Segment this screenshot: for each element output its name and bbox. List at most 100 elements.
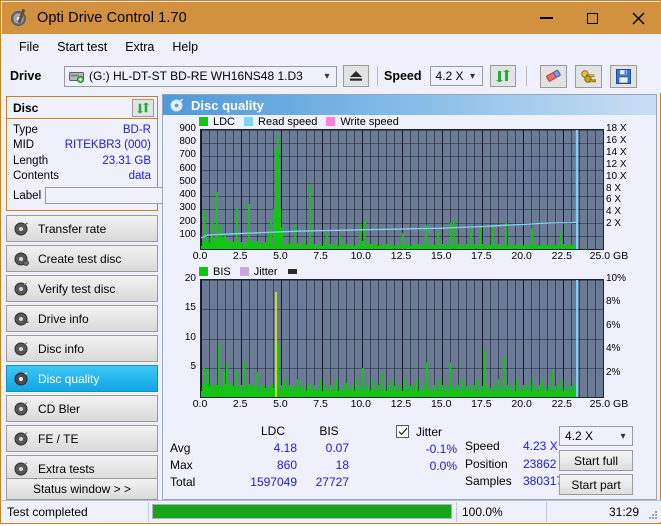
app-icon <box>11 8 29 27</box>
disc-icon <box>14 341 28 355</box>
title-bar: Opti Drive Control 1.70 <box>2 2 661 34</box>
menu-bar: File Start test Extra Help <box>2 34 661 59</box>
disc-refresh-button[interactable] <box>132 98 154 117</box>
legend-label-read-speed: Read speed <box>258 115 318 128</box>
left-panel: Disc Type BD-R MID RITEKBR3 (000) Length… <box>6 96 249 500</box>
stats-row-avg-label: Avg <box>170 441 191 455</box>
speed-stat-label: Speed <box>465 439 500 453</box>
stats-bis-max: 18 <box>335 458 349 472</box>
keys-icon <box>580 69 596 83</box>
sidebar-item-create-test-disc[interactable]: Create test disc <box>6 245 158 272</box>
legend-label-write-speed: Write speed <box>340 115 399 128</box>
disc-icon <box>14 252 29 266</box>
stats-ldc-avg: 4.18 <box>273 441 297 455</box>
x-axis-tick: 12.5 <box>390 250 412 262</box>
settings-button[interactable] <box>574 64 602 88</box>
refresh-button[interactable] <box>489 65 516 87</box>
test-speed-select[interactable]: 4.2 X ▾ <box>559 426 633 446</box>
jitter-checkbox[interactable] <box>396 425 409 438</box>
status-bar: Test completed 100.0% 31:29 <box>2 500 661 522</box>
x-axis-tick: 10.0 <box>350 398 372 410</box>
stats-row-total-label: Total <box>170 475 196 489</box>
position-cursor <box>576 130 578 249</box>
disc-icon <box>14 221 28 235</box>
toolbar: Drive (G:) HL-DT-ST BD-RE WH16NS48 1.D3 … <box>2 59 661 93</box>
x-axis-tick: 22.5 <box>551 398 573 410</box>
sidebar-item-disc-info[interactable]: Disc info <box>6 335 158 362</box>
sidebar-item-label: CD Bler <box>38 401 81 416</box>
save-button[interactable] <box>609 64 637 88</box>
chevron-down-icon[interactable]: ▾ <box>614 431 632 442</box>
disc-label-row: Label <box>13 186 249 205</box>
y-axis-tick: 300 <box>179 202 196 214</box>
menu-extra[interactable]: Extra <box>116 37 163 57</box>
start-part-label: Start part <box>571 477 621 492</box>
resize-grip-icon[interactable] <box>647 508 659 520</box>
label-caption: Label <box>13 189 42 202</box>
minimize-button[interactable] <box>523 2 569 34</box>
ldc-chart: LDC Read speed Write speed 900 800 700 600 5… <box>163 115 656 263</box>
secondary-axis-tick: 14 X <box>606 146 627 158</box>
sidebar-item-label: Drive info <box>38 311 89 326</box>
progress-percent-cell: 100.0% <box>456 501 546 522</box>
x-axis-tick: 12.5 <box>390 398 412 410</box>
speed-label: Speed <box>384 69 422 83</box>
secondary-axis-tick: 16 X <box>606 134 627 146</box>
grid-line <box>603 280 604 397</box>
save-icon <box>615 68 631 84</box>
disc-quality-panel: Disc quality LDC Read speed Write speed … <box>162 94 657 500</box>
secondary-axis-tick: 2 X <box>606 218 622 230</box>
y-axis-tick: 900 <box>179 123 196 134</box>
eraser-icon <box>545 69 561 82</box>
legend-label-bis: BIS <box>213 265 231 278</box>
y-axis-tick: 100 <box>179 228 196 240</box>
menu-start-test[interactable]: Start test <box>48 37 116 57</box>
chevron-down-icon[interactable]: ▾ <box>464 71 482 82</box>
stats-ldc-max: 860 <box>276 458 297 472</box>
bis-chart: BIS Jitter 20 15 10 5 10% 8% 6% 4% 2% 0.0 2.5 5.0… <box>163 265 656 417</box>
secondary-axis-tick: 10 X <box>606 170 627 182</box>
stats-header-bis: BIS <box>319 424 339 438</box>
legend-swatch-ldc <box>199 117 208 126</box>
disc-row-length: Length 23.31 GB <box>13 153 151 169</box>
y-axis-tick: 20 <box>184 273 196 284</box>
sidebar-item-verify-test-disc[interactable]: Verify test disc <box>6 275 158 302</box>
menu-file[interactable]: File <box>10 37 48 57</box>
maximize-button[interactable] <box>569 2 615 34</box>
sidebar-item-cd-bler[interactable]: CD Bler <box>6 395 158 422</box>
erase-button[interactable] <box>539 64 567 88</box>
jitter-spike <box>275 291 277 397</box>
grid-line <box>201 309 603 310</box>
progress-bar <box>152 504 452 519</box>
disc-value: data <box>128 170 151 183</box>
start-full-button[interactable]: Start full <box>559 450 633 471</box>
sidebar-item-drive-info[interactable]: Drive info <box>6 305 158 332</box>
ldc-chart-legend: LDC Read speed Write speed <box>163 115 399 128</box>
x-axis-tick: 7.5 <box>313 250 328 262</box>
status-message-cell: Test completed <box>2 501 149 522</box>
grid-line <box>201 339 603 340</box>
ldc-plot-area[interactable] <box>200 129 604 250</box>
drive-label: Drive <box>10 69 42 83</box>
progress-percent: 100.0% <box>462 504 503 519</box>
drive-select[interactable]: (G:) HL-DT-ST BD-RE WH16NS48 1.D3 ▾ <box>64 65 337 87</box>
eject-button[interactable] <box>343 65 369 87</box>
sidebar-item-disc-quality[interactable]: Disc quality <box>6 365 158 392</box>
start-part-button[interactable]: Start part <box>559 474 633 495</box>
secondary-axis-tick: 8% <box>606 296 621 308</box>
y-axis-tick: 10 <box>184 331 196 343</box>
menu-help[interactable]: Help <box>163 37 207 57</box>
disc-panel-title: Disc <box>13 100 39 115</box>
x-axis-tick: 5.0 <box>273 398 288 410</box>
sidebar-item-label: FE / TE <box>38 431 79 446</box>
stats-bis-avg: 0.07 <box>325 441 349 455</box>
x-axis-tick: 20.0 <box>511 398 532 410</box>
error-floor <box>201 391 576 397</box>
status-window-button[interactable]: Status window > > <box>6 478 158 500</box>
chevron-down-icon[interactable]: ▾ <box>318 71 336 82</box>
sidebar-item-transfer-rate[interactable]: Transfer rate <box>6 215 158 242</box>
sidebar-item-fe-te[interactable]: FE / TE <box>6 425 158 452</box>
close-icon[interactable] <box>615 2 661 34</box>
bis-plot-area[interactable] <box>200 279 604 398</box>
speed-select[interactable]: 4.2 X ▾ <box>429 66 483 86</box>
